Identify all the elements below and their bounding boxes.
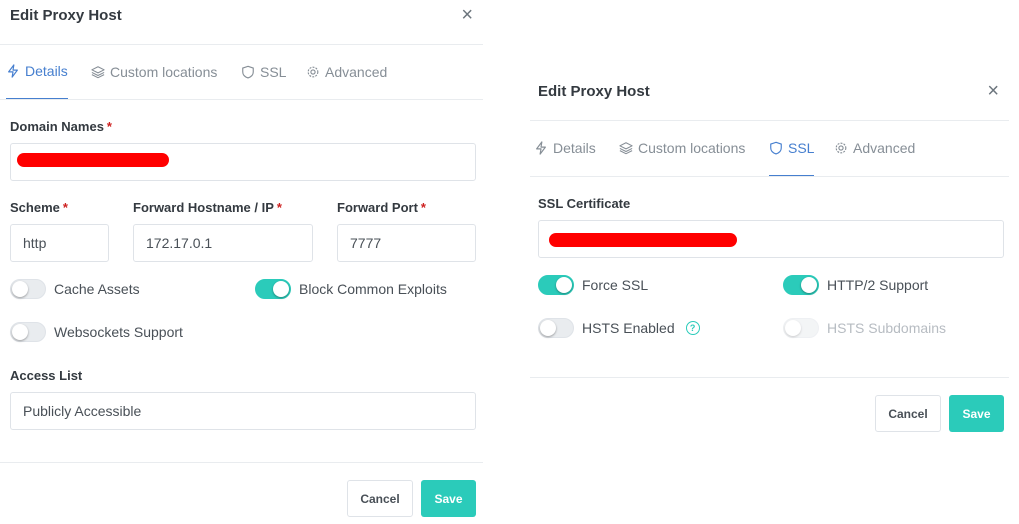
help-icon[interactable]: ?	[685, 321, 700, 335]
forward-port-input[interactable]: 7777	[337, 224, 476, 262]
hsts-enabled-toggle-row: HSTS Enabled ?	[538, 318, 700, 338]
http2-support-label: HTTP/2 Support	[827, 277, 929, 293]
hsts-subdomains-label: HSTS Subdomains	[827, 320, 947, 336]
redaction-mark	[549, 233, 737, 247]
tab-label: SSL	[260, 63, 287, 80]
close-icon[interactable]: ×	[987, 81, 999, 101]
http2-support-switch[interactable]	[783, 275, 819, 295]
gear-icon	[307, 66, 319, 77]
edit-proxy-host-modal-ssl: Edit Proxy Host × Details Custom locatio…	[530, 72, 1009, 442]
websockets-support-label: Websockets Support	[54, 324, 183, 340]
ssl-certificate-select[interactable]	[538, 220, 1004, 258]
domain-names-label: Domain Names *	[10, 119, 112, 134]
required-mark: *	[276, 200, 282, 215]
cache-assets-toggle-row: Cache Assets	[10, 279, 140, 299]
tab-label: SSL	[788, 139, 815, 156]
layers-icon	[619, 142, 633, 155]
tab-label: Custom locations	[638, 140, 746, 156]
block-common-exploits-label: Block Common Exploits	[299, 281, 447, 297]
modal-header: Edit Proxy Host ×	[0, 0, 483, 45]
cache-assets-switch[interactable]	[10, 279, 46, 299]
save-button[interactable]: Save	[421, 480, 476, 517]
tab-ssl[interactable]: SSL	[241, 44, 286, 99]
force-ssl-label: Force SSL	[582, 277, 649, 293]
tab-label: Advanced	[853, 140, 916, 156]
force-ssl-toggle-row: Force SSL	[538, 275, 648, 295]
required-mark: *	[62, 200, 68, 215]
tab-advanced[interactable]: Advanced	[306, 44, 387, 99]
tab-ssl[interactable]: SSL	[769, 120, 815, 176]
websockets-support-switch[interactable]	[10, 322, 46, 342]
tab-details[interactable]: Details	[6, 44, 68, 99]
scheme-label: Scheme *	[10, 200, 68, 215]
tab-label: Advanced	[325, 63, 388, 80]
hsts-enabled-label: HSTS Enabled	[582, 320, 675, 336]
tab-details[interactable]: Details	[534, 120, 596, 176]
cache-assets-label: Cache Assets	[54, 281, 140, 297]
tab-bar: Details Custom locations SSL Advanced	[530, 120, 1009, 177]
websockets-toggle-row: Websockets Support	[10, 322, 183, 342]
lightning-icon	[536, 141, 546, 155]
gear-icon	[835, 142, 847, 154]
modal-footer: Cancel Save	[530, 377, 1009, 443]
cancel-button[interactable]: Cancel	[875, 395, 941, 432]
http2-toggle-row: HTTP/2 Support	[783, 275, 928, 295]
edit-proxy-host-modal-details: Edit Proxy Host × Details Custom locatio…	[0, 0, 483, 523]
tab-advanced[interactable]: Advanced	[834, 120, 915, 176]
modal-footer: Cancel Save	[0, 462, 483, 524]
close-icon[interactable]: ×	[461, 5, 473, 25]
access-list-select[interactable]: Publicly Accessible	[10, 392, 476, 430]
shield-icon	[242, 65, 254, 79]
lightning-icon	[8, 64, 18, 78]
redaction-mark	[17, 153, 169, 167]
forward-hostname-label: Forward Hostname / IP *	[133, 200, 282, 215]
tab-custom-locations[interactable]: Custom locations	[91, 44, 217, 99]
tab-label: Details	[25, 63, 68, 79]
required-mark: *	[106, 119, 112, 134]
tab-bar: Details Custom locations SSL Advanced	[0, 44, 483, 100]
scheme-input[interactable]: http	[10, 224, 109, 262]
tab-custom-locations[interactable]: Custom locations	[619, 120, 745, 176]
modal-header: Edit Proxy Host ×	[530, 72, 1009, 121]
forward-port-label: Forward Port *	[337, 200, 426, 215]
forward-hostname-input[interactable]: 172.17.0.1	[133, 224, 313, 262]
save-button[interactable]: Save	[949, 395, 1004, 432]
modal-title: Edit Proxy Host	[538, 83, 650, 100]
force-ssl-switch[interactable]	[538, 275, 574, 295]
cancel-button[interactable]: Cancel	[347, 480, 413, 517]
shield-icon	[770, 141, 782, 155]
tab-label: Details	[553, 140, 596, 156]
required-mark: *	[420, 200, 426, 215]
layers-icon	[91, 65, 105, 78]
block-common-exploits-switch[interactable]	[255, 279, 291, 299]
block-exploits-toggle-row: Block Common Exploits	[255, 279, 447, 299]
hsts-subdomains-switch[interactable]	[783, 318, 819, 338]
domain-names-input[interactable]	[10, 143, 476, 181]
access-list-label: Access List	[10, 368, 83, 383]
hsts-enabled-switch[interactable]	[538, 318, 574, 338]
tab-label: Custom locations	[110, 63, 218, 80]
hsts-subdomains-toggle-row: HSTS Subdomains	[783, 318, 946, 338]
ssl-certificate-label: SSL Certificate	[538, 196, 631, 211]
modal-title: Edit Proxy Host	[10, 7, 122, 24]
